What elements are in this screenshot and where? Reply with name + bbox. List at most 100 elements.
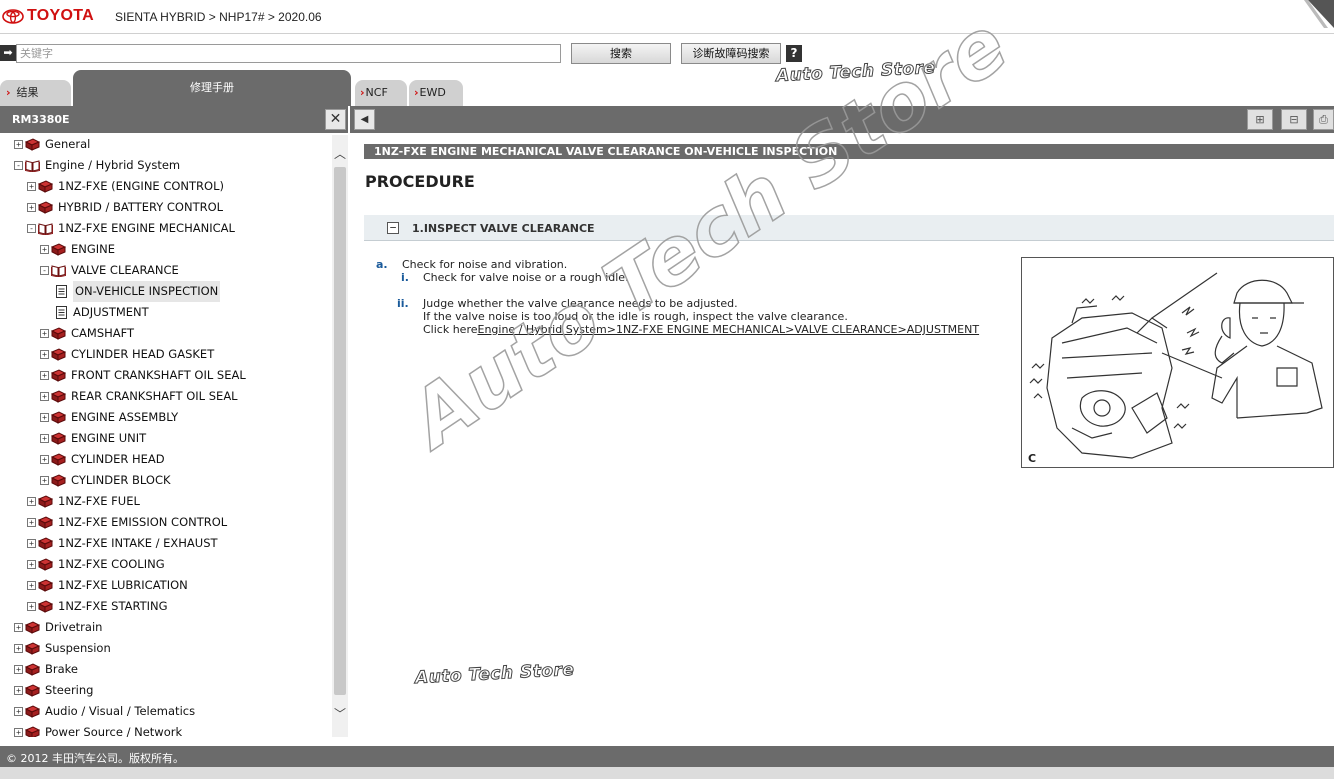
tree-item[interactable]: + HYBRID / BATTERY CONTROL — [27, 197, 223, 218]
expand-icon[interactable]: + — [14, 728, 23, 737]
expand-icon[interactable]: + — [40, 434, 49, 443]
book-icon — [51, 411, 66, 424]
expand-icon[interactable]: + — [27, 182, 36, 191]
top-bar: TOYOTA SIENTA HYBRID > NHP17# > 2020.06 — [0, 0, 1334, 34]
expand-icon[interactable]: + — [40, 371, 49, 380]
tree-item[interactable]: + Brake — [14, 659, 78, 680]
breadcrumb[interactable]: SIENTA HYBRID > NHP17# > 2020.06 — [115, 10, 322, 24]
book-icon — [38, 201, 53, 214]
tree-item[interactable]: +1NZ-FXE COOLING — [27, 554, 165, 575]
search-input[interactable] — [16, 44, 561, 63]
tree-item-label: 1NZ-FXE INTAKE / EXHAUST — [58, 536, 218, 550]
tree-item[interactable]: + Suspension — [14, 638, 111, 659]
collapse-all-icon[interactable]: ⊟ — [1281, 109, 1307, 130]
tree-item[interactable]: + ENGINE UNIT — [40, 428, 146, 449]
tree-item[interactable]: + Audio / Visual / Telematics — [14, 701, 195, 722]
expand-icon[interactable]: + — [14, 707, 23, 716]
tree-item[interactable]: + Power Source / Network — [14, 722, 182, 737]
tree-item[interactable]: - VALVE CLEARANCE — [40, 260, 179, 281]
expand-icon[interactable]: + — [27, 602, 36, 611]
tab-repair-manual[interactable]: 修理手册 — [73, 70, 351, 106]
collapse-icon[interactable]: - — [40, 266, 49, 275]
tree-item-label: ADJUSTMENT — [73, 305, 149, 319]
collapse-icon[interactable]: - — [27, 224, 36, 233]
expand-icon[interactable]: + — [40, 329, 49, 338]
collapse-icon[interactable]: - — [14, 161, 23, 170]
expand-icon[interactable]: + — [40, 476, 49, 485]
tree-item-label: ENGINE ASSEMBLY — [71, 410, 179, 424]
expand-icon[interactable]: + — [40, 392, 49, 401]
book-icon — [51, 390, 66, 403]
tree-item[interactable]: - 1NZ-FXE ENGINE MECHANICAL — [27, 218, 235, 239]
tree-item[interactable]: + CAMSHAFT — [40, 323, 134, 344]
close-icon[interactable]: ✕ — [325, 109, 346, 130]
tree-item[interactable]: + REAR CRANKSHAFT OIL SEAL — [40, 386, 238, 407]
expand-icon[interactable]: + — [27, 560, 36, 569]
dtc-search-button[interactable]: 诊断故障码搜索 — [681, 43, 781, 64]
expand-icon[interactable]: + — [40, 413, 49, 422]
tab-results[interactable]: › 结果 — [0, 80, 71, 106]
expand-icon[interactable]: + — [40, 245, 49, 254]
tree-scrollbar[interactable]: ︿ ﹀ — [332, 135, 348, 737]
tree-item-label: VALVE CLEARANCE — [71, 263, 179, 277]
tree-item[interactable]: +1NZ-FXE STARTING — [27, 596, 168, 617]
tree-item[interactable]: ADJUSTMENT — [53, 302, 149, 323]
tree-item[interactable]: + General — [14, 135, 90, 155]
expand-icon[interactable]: + — [27, 497, 36, 506]
scroll-thumb[interactable] — [334, 167, 346, 695]
step-title: 1.INSPECT VALVE CLEARANCE — [412, 222, 595, 235]
expand-icon[interactable]: + — [40, 455, 49, 464]
expand-icon[interactable]: + — [27, 518, 36, 527]
tab-ewd[interactable]: ›EWD — [409, 80, 463, 106]
tree-item[interactable]: + Steering — [14, 680, 93, 701]
toc-tree: + General - Engine / Hybrid System +1NZ-FXE … — [0, 135, 332, 737]
expand-icon[interactable]: + — [14, 665, 23, 674]
help-icon[interactable]: ? — [786, 45, 802, 62]
book-icon — [38, 558, 53, 571]
tree-item[interactable]: + ENGINE — [40, 239, 115, 260]
expand-icon[interactable]: + — [27, 203, 36, 212]
tree-item-label: 1NZ-FXE (ENGINE CONTROL) — [58, 179, 224, 193]
tree-item[interactable]: +1NZ-FXE LUBRICATION — [27, 575, 188, 596]
tree-item-label: REAR CRANKSHAFT OIL SEAL — [71, 389, 238, 403]
expand-icon[interactable]: + — [14, 623, 23, 632]
scroll-up-icon[interactable]: ︿ — [332, 145, 348, 161]
tree-item[interactable]: +1NZ-FXE FUEL — [27, 491, 140, 512]
collapse-step-icon[interactable]: − — [387, 222, 399, 234]
tree-item-label: 1NZ-FXE LUBRICATION — [58, 578, 188, 592]
expand-icon[interactable]: + — [27, 539, 36, 548]
tree-item[interactable]: +1NZ-FXE INTAKE / EXHAUST — [27, 533, 218, 554]
tab-label: EWD — [419, 86, 446, 99]
tree-item-label: Brake — [45, 662, 78, 676]
tree-item-label: ON-VEHICLE INSPECTION — [73, 281, 221, 302]
expand-icon[interactable]: + — [40, 350, 49, 359]
collapse-panel-icon[interactable]: ◀ — [354, 109, 375, 130]
expand-icon[interactable]: + — [27, 581, 36, 590]
expand-icon[interactable]: + — [14, 644, 23, 653]
illustration — [1021, 257, 1334, 468]
tree-item[interactable]: +1NZ-FXE EMISSION CONTROL — [27, 512, 227, 533]
book-icon — [51, 243, 66, 256]
tree-item[interactable]: ON-VEHICLE INSPECTION — [53, 281, 221, 302]
expand-icon[interactable]: + — [14, 686, 23, 695]
tree-item[interactable]: + CYLINDER HEAD — [40, 449, 165, 470]
tree-item-label: ENGINE — [71, 242, 116, 256]
engine-mechanic-illustration — [1029, 272, 1323, 459]
search-button[interactable]: 搜索 — [571, 43, 671, 64]
print-icon[interactable]: ⎙ — [1313, 109, 1334, 130]
expand-all-icon[interactable]: ⊞ — [1247, 109, 1273, 130]
tree-item-label: FRONT CRANKSHAFT OIL SEAL — [71, 368, 246, 382]
tab-ncf[interactable]: ›NCF — [355, 80, 407, 106]
tree-item[interactable]: + CYLINDER BLOCK — [40, 470, 171, 491]
copyright: © 2012 丰田汽车公司。版权所有。 — [6, 752, 184, 765]
expand-icon[interactable]: + — [14, 140, 23, 149]
tree-item[interactable]: +1NZ-FXE (ENGINE CONTROL) — [27, 176, 224, 197]
tree-item[interactable]: + FRONT CRANKSHAFT OIL SEAL — [40, 365, 246, 386]
tree-item[interactable]: + ENGINE ASSEMBLY — [40, 407, 178, 428]
tree-item-label: CYLINDER HEAD — [71, 452, 165, 466]
tree-item[interactable]: + Drivetrain — [14, 617, 102, 638]
tree-item[interactable]: + CYLINDER HEAD GASKET — [40, 344, 214, 365]
book-icon — [25, 138, 40, 151]
tree-item[interactable]: - Engine / Hybrid System — [14, 155, 180, 176]
scroll-down-icon[interactable]: ﹀ — [332, 705, 348, 721]
